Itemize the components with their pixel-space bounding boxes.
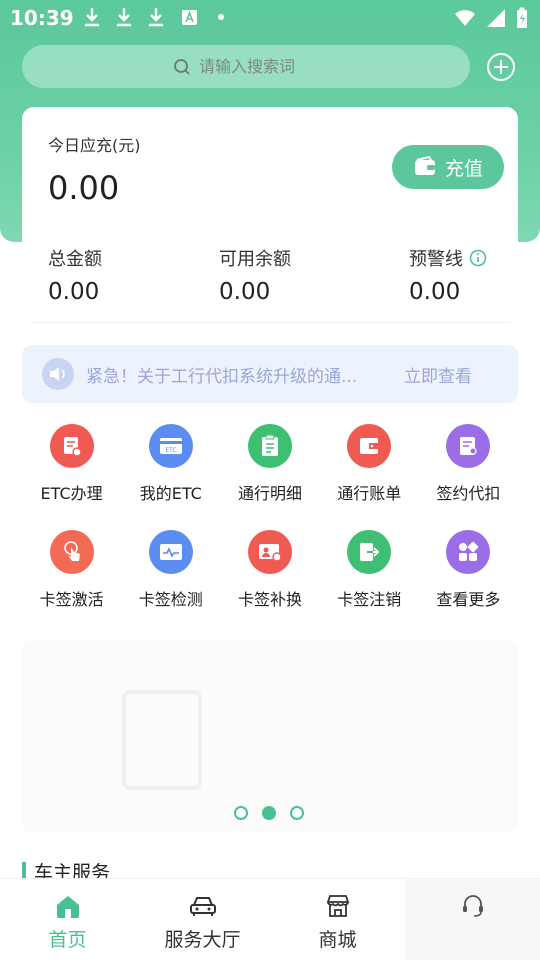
my-etc-icon: ETC [148, 424, 193, 468]
notice-bar[interactable]: 紧急！关于工行代扣系统升级的通... 立即查看 [22, 345, 518, 403]
grid-label: 通行账单 [337, 484, 402, 503]
grid-item-card-activate[interactable]: 卡签激活 [22, 530, 121, 610]
pagination-dot-active[interactable] [262, 806, 276, 820]
store-icon [326, 895, 349, 917]
search-icon [174, 58, 190, 75]
pagination-dot[interactable] [234, 806, 248, 820]
tab-home[interactable]: 首页 [0, 879, 135, 960]
card-cancel-icon [347, 530, 392, 574]
status-right-icons [454, 6, 528, 30]
stat-label: 总金额 [48, 249, 102, 270]
speaker-icon [42, 358, 74, 390]
pass-detail-icon [247, 424, 292, 468]
stat-label: 预警线 [409, 249, 463, 270]
grid-item-sign-deduct[interactable]: 签约代扣 [419, 424, 518, 504]
grid-item-my-etc[interactable]: ETC 我的ETC [121, 424, 220, 504]
stat-value: 0.00 [219, 279, 271, 305]
stat-total: 总金额 0.00 [48, 245, 102, 305]
grid-label: 签约代扣 [436, 484, 501, 503]
grid-label: 我的ETC [139, 484, 202, 503]
stat-available: 可用余额 0.00 [219, 245, 291, 305]
status-time: 10:39 [10, 6, 74, 30]
grid-label: 查看更多 [436, 590, 501, 609]
banner-pagination [234, 806, 304, 820]
card-activate-icon [49, 530, 94, 574]
stat-label: 可用余额 [219, 249, 291, 270]
stat-warning-line: 预警线 0.00 [409, 245, 487, 305]
recharge-label: 充值 [444, 157, 483, 180]
battery-icon [517, 7, 527, 28]
divider [30, 322, 510, 323]
notice-text: 紧急！关于工行代扣系统升级的通... [86, 366, 358, 387]
stat-value: 0.00 [409, 279, 461, 305]
function-grid: ETC办理 ETC 我的ETC 通行明细 通行账单 签约代扣 卡签激活 卡签检测… [22, 424, 518, 610]
today-recharge-label: 今日应充(元) [48, 136, 141, 155]
tab-customer-service[interactable] [405, 879, 540, 960]
today-recharge-amount: 0.00 [48, 169, 120, 207]
tab-label: 商城 [318, 929, 357, 951]
notice-view-link[interactable]: 立即查看 [404, 362, 472, 387]
grid-label: 通行明细 [237, 484, 302, 503]
promo-banner[interactable] [22, 640, 518, 832]
wallet-icon [414, 156, 435, 175]
customer-service-icon [462, 895, 483, 917]
tab-label: 服务大厅 [164, 929, 241, 951]
grid-item-card-detect[interactable]: 卡签检测 [121, 530, 220, 610]
add-icon[interactable] [486, 52, 516, 82]
etc-apply-icon [49, 424, 94, 468]
sign-deduct-icon [446, 424, 491, 468]
car-icon [189, 897, 216, 916]
tab-label: 首页 [48, 929, 87, 951]
card-detect-icon [148, 530, 193, 574]
info-icon[interactable] [469, 249, 487, 267]
tab-mall[interactable]: 商城 [270, 879, 405, 960]
pass-bill-icon [347, 424, 392, 468]
grid-item-pass-bill[interactable]: 通行账单 [320, 424, 419, 504]
search-input[interactable] [199, 57, 319, 76]
grid-item-pass-detail[interactable]: 通行明细 [220, 424, 319, 504]
search-bar[interactable] [22, 45, 470, 88]
wifi-icon [455, 10, 475, 26]
grid-item-card-replace[interactable]: 卡签补换 [220, 530, 319, 610]
grid-label: 卡签检测 [138, 590, 203, 609]
stat-value: 0.00 [48, 279, 100, 305]
svg-text:ETC: ETC [165, 447, 176, 454]
recharge-button[interactable]: 充值 [392, 145, 504, 189]
banner-graphic [122, 690, 202, 790]
keyboard-icon [182, 10, 197, 25]
grid-label: 卡签激活 [39, 590, 104, 609]
grid-label: 卡签补换 [237, 590, 302, 609]
status-bar: 10:39 [0, 0, 540, 36]
download-icon [117, 8, 131, 27]
grid-label: ETC办理 [40, 484, 103, 503]
home-icon [56, 896, 79, 918]
grid-item-more[interactable]: 查看更多 [419, 530, 518, 610]
notification-dot-icon [218, 14, 224, 20]
grid-item-etc-apply[interactable]: ETC办理 [22, 424, 121, 504]
grid-item-card-cancel[interactable]: 卡签注销 [320, 530, 419, 610]
card-replace-icon [247, 530, 292, 574]
tab-service-hall[interactable]: 服务大厅 [135, 879, 270, 960]
signal-icon [487, 9, 505, 27]
bottom-tab-bar: 首页 服务大厅 商城 [0, 878, 540, 960]
more-icon [446, 530, 491, 574]
download-icon [149, 8, 163, 27]
grid-label: 卡签注销 [337, 590, 402, 609]
pagination-dot[interactable] [290, 806, 304, 820]
stat-label-row: 预警线 [409, 245, 487, 271]
balance-card: 今日应充(元) 0.00 充值 总金额 0.00 可用余额 0.00 预警线 0… [22, 107, 518, 357]
download-icon [85, 8, 99, 27]
